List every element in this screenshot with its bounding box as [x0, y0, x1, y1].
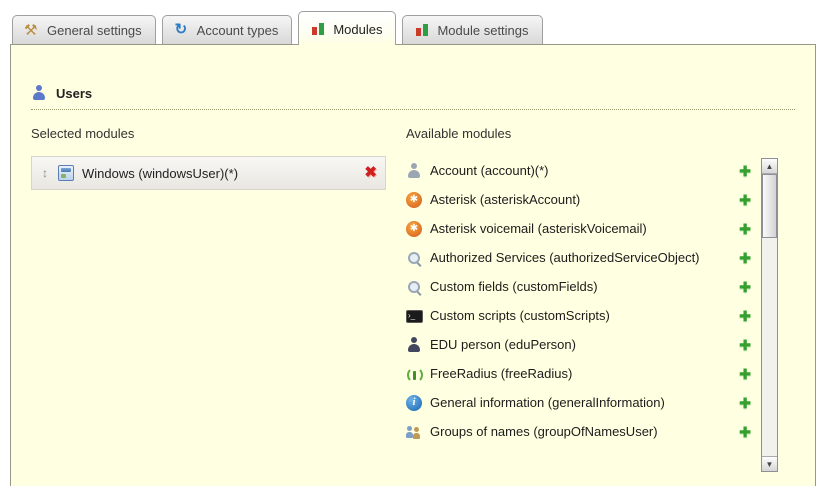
- selected-module-row: ↕ Windows (windowsUser)(*) ✖: [31, 156, 386, 190]
- windows-icon: [58, 165, 74, 181]
- available-modules-column: Available modules Account (account)(*) ✚…: [406, 126, 795, 472]
- available-modules-heading: Available modules: [406, 126, 751, 141]
- available-module-row: Asterisk (asteriskAccount) ✚: [406, 185, 751, 214]
- tab-label: General settings: [47, 23, 142, 38]
- selected-modules-heading: Selected modules: [31, 126, 386, 141]
- magnifier-icon: [406, 279, 422, 295]
- add-icon[interactable]: ✚: [739, 308, 751, 324]
- available-module-label: Custom fields (customFields): [430, 279, 731, 294]
- section-header: Users: [31, 85, 795, 110]
- wrench-icon: [24, 22, 40, 38]
- add-icon[interactable]: ✚: [739, 337, 751, 353]
- add-icon[interactable]: ✚: [739, 221, 751, 237]
- refresh-icon: [174, 22, 190, 38]
- asterisk-voicemail-icon: [406, 221, 422, 237]
- available-module-label: General information (generalInformation): [430, 395, 731, 410]
- modules-panel: Users Selected modules ↕ Windows (window…: [10, 44, 816, 486]
- drag-handle-icon[interactable]: ↕: [40, 166, 50, 180]
- asterisk-icon: [406, 192, 422, 208]
- scrollbar-thumb[interactable]: [762, 174, 777, 238]
- tab-label: Modules: [333, 22, 382, 37]
- available-module-label: Asterisk voicemail (asteriskVoicemail): [430, 221, 731, 236]
- selected-modules-column: Selected modules ↕ Windows (windowsUser)…: [31, 126, 386, 472]
- available-module-row: Custom fields (customFields) ✚: [406, 272, 751, 301]
- available-module-row: FreeRadius (freeRadius) ✚: [406, 359, 751, 388]
- tab-modules[interactable]: Modules: [298, 11, 396, 45]
- tab-label: Module settings: [437, 23, 528, 38]
- account-icon: [406, 163, 422, 179]
- available-module-label: Custom scripts (customScripts): [430, 308, 731, 323]
- edu-person-icon: [406, 337, 422, 353]
- available-module-row: General information (generalInformation)…: [406, 388, 751, 417]
- available-modules-list: Account (account)(*) ✚ Asterisk (asteris…: [406, 156, 751, 446]
- info-icon: [406, 395, 422, 411]
- tab-general-settings[interactable]: General settings: [12, 15, 156, 44]
- tab-account-types[interactable]: Account types: [162, 15, 293, 44]
- groups-icon: [406, 424, 422, 440]
- scrollbar[interactable]: ▲ ▼: [761, 158, 778, 472]
- available-module-row: Groups of names (groupOfNamesUser) ✚: [406, 417, 751, 446]
- add-icon[interactable]: ✚: [739, 366, 751, 382]
- add-icon[interactable]: ✚: [739, 192, 751, 208]
- tab-module-settings[interactable]: Module settings: [402, 15, 542, 44]
- scrollbar-track[interactable]: [762, 174, 777, 456]
- available-module-label: Account (account)(*): [430, 163, 731, 178]
- available-module-label: Authorized Services (authorizedServiceOb…: [430, 250, 731, 265]
- available-module-row: Authorized Services (authorizedServiceOb…: [406, 243, 751, 272]
- available-module-label: FreeRadius (freeRadius): [430, 366, 731, 381]
- module-settings-icon: [414, 22, 430, 38]
- tab-label: Account types: [197, 23, 279, 38]
- module-columns: Selected modules ↕ Windows (windowsUser)…: [31, 126, 795, 472]
- add-icon[interactable]: ✚: [739, 279, 751, 295]
- available-module-row: Asterisk voicemail (asteriskVoicemail) ✚: [406, 214, 751, 243]
- scroll-down-button[interactable]: ▼: [762, 456, 777, 471]
- add-icon[interactable]: ✚: [739, 424, 751, 440]
- tab-bar: General settings Account types Modules M…: [0, 0, 826, 44]
- selected-modules-list: ↕ Windows (windowsUser)(*) ✖: [31, 156, 386, 190]
- add-icon[interactable]: ✚: [739, 250, 751, 266]
- modules-icon: [310, 21, 326, 37]
- section-title: Users: [56, 86, 92, 101]
- user-icon: [31, 85, 47, 101]
- script-icon: [406, 308, 422, 324]
- available-module-row: Custom scripts (customScripts) ✚: [406, 301, 751, 330]
- scroll-up-button[interactable]: ▲: [762, 159, 777, 174]
- antenna-icon: [406, 366, 422, 382]
- available-module-row: Account (account)(*) ✚: [406, 156, 751, 185]
- add-icon[interactable]: ✚: [739, 395, 751, 411]
- delete-icon[interactable]: ✖: [364, 165, 377, 181]
- available-module-row: EDU person (eduPerson) ✚: [406, 330, 751, 359]
- add-icon[interactable]: ✚: [739, 163, 751, 179]
- magnifier-icon: [406, 250, 422, 266]
- available-module-label: EDU person (eduPerson): [430, 337, 731, 352]
- available-module-label: Groups of names (groupOfNamesUser): [430, 424, 731, 439]
- selected-module-label: Windows (windowsUser)(*): [82, 166, 356, 181]
- available-module-label: Asterisk (asteriskAccount): [430, 192, 731, 207]
